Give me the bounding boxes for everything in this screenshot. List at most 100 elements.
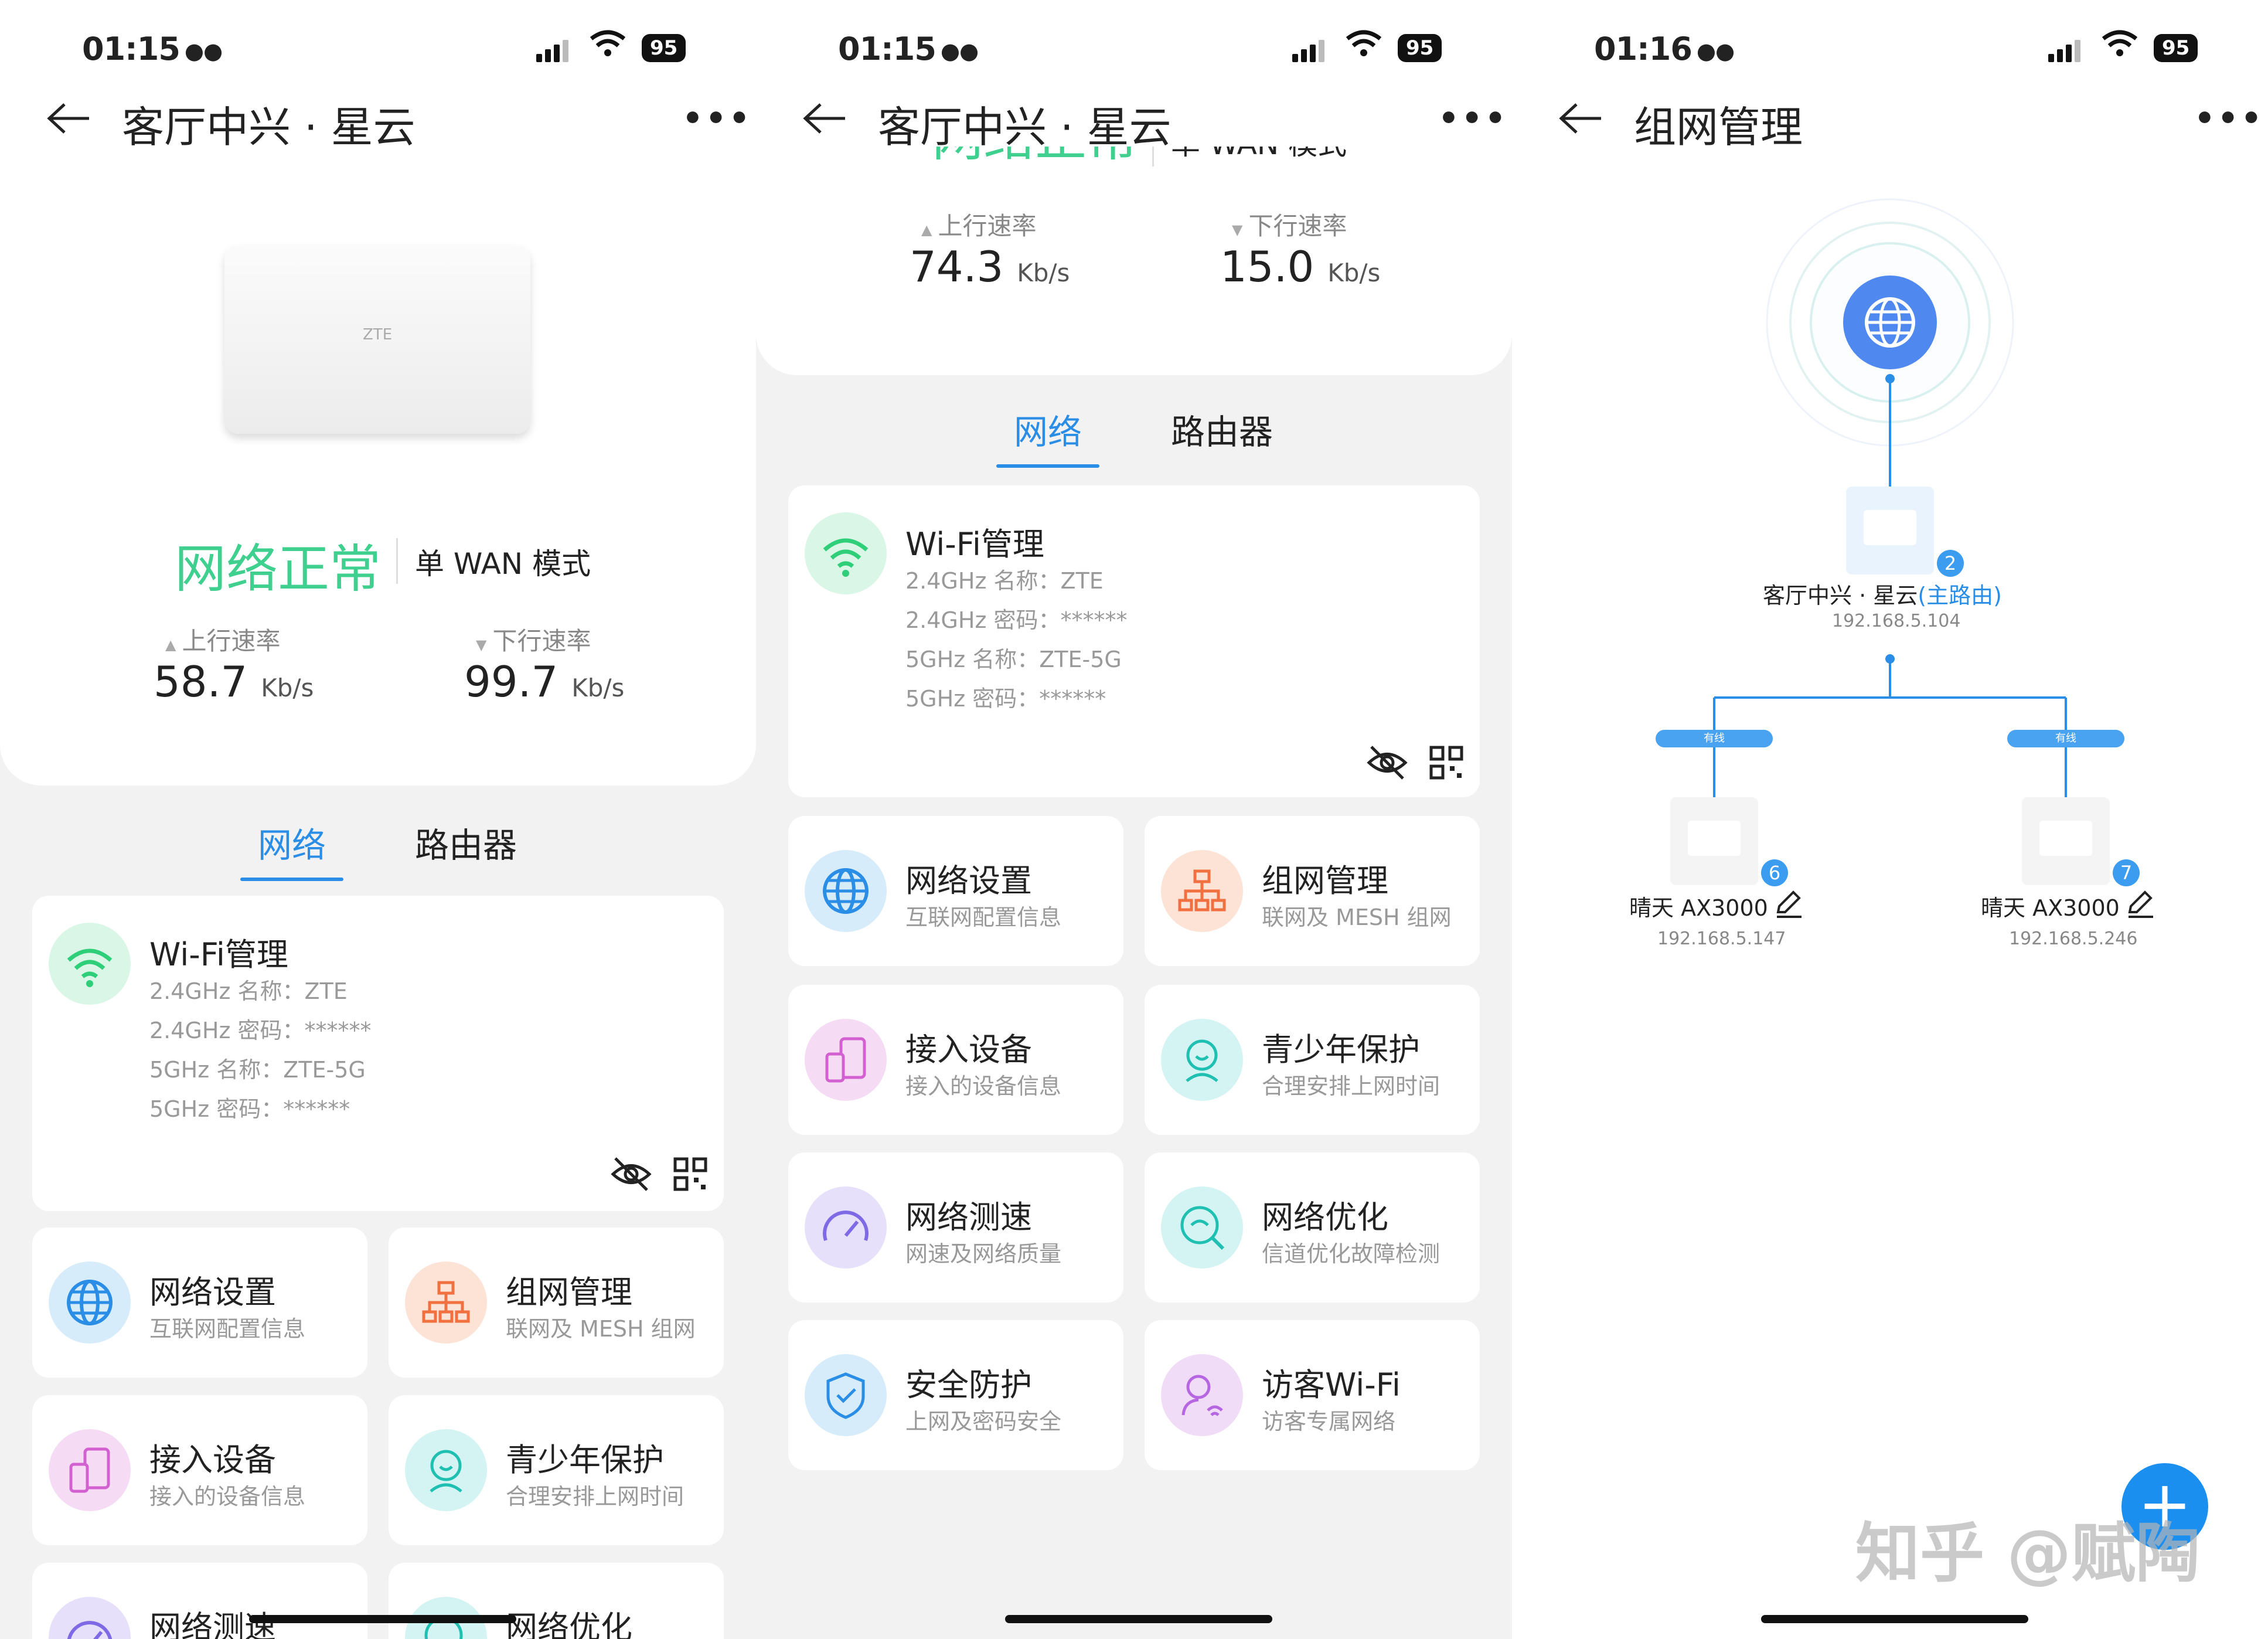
tile-guest-wifi[interactable]: 访客Wi-Fi 访客专属网络: [1145, 1320, 1480, 1470]
watermark: 知乎 @赋陶: [1855, 1516, 2201, 1591]
wifi-line: 2.4GHz 密码：******: [905, 607, 1128, 633]
home-indicator[interactable]: [1005, 1615, 1272, 1623]
wifi-status-icon: [1346, 30, 1382, 56]
tile-title: 青少年保护: [1262, 1031, 1420, 1068]
tile-subtitle: 网速及网络质量: [905, 1241, 1062, 1267]
tile-subtitle: 合理安排上网时间: [506, 1484, 685, 1509]
mesh-topology-icon: [405, 1261, 487, 1344]
tab-network[interactable]: 网络: [996, 404, 1100, 468]
wifi-line: 5GHz 密码：******: [149, 1096, 350, 1122]
tile-subtitle: 联网及 MESH 组网: [506, 1316, 696, 1342]
more-icon[interactable]: •••: [2194, 100, 2264, 138]
tile-title: 接入设备: [149, 1441, 276, 1478]
wifi-management-card[interactable]: Wi-Fi管理 2.4GHz 名称：ZTE 2.4GHz 密码：****** 5…: [32, 896, 724, 1211]
tile-subtitle: 接入的设备信息: [905, 1073, 1062, 1099]
shield-icon: [805, 1354, 887, 1436]
tile-mesh-management[interactable]: 组网管理 联网及 MESH 组网: [389, 1227, 724, 1378]
wifi-icon: [67, 948, 113, 987]
tile-mesh-management[interactable]: 组网管理 联网及 MESH 组网: [1145, 816, 1480, 966]
tile-connected-devices[interactable]: 接入设备 接入的设备信息: [32, 1395, 367, 1545]
wan-mode-text: 单 WAN 模式: [415, 547, 591, 581]
screen-mesh-management: 01:16 ●● 95 组网管理 ••• 2 客厅中兴 · 星云(主路由) 192…: [1512, 0, 2268, 1639]
more-icon[interactable]: •••: [1438, 100, 1508, 138]
tile-title: 网络优化: [506, 1609, 632, 1639]
cellular-icon: [536, 40, 571, 62]
speedometer-icon: [49, 1597, 131, 1639]
home-indicator[interactable]: [249, 1615, 516, 1623]
tile-youth-protection[interactable]: 青少年保护 合理安排上网时间: [389, 1395, 724, 1545]
status-bar: 01:16 ●● 95: [1512, 23, 2268, 76]
tile-subtitle: 信道优化故障检测: [1262, 1241, 1441, 1267]
divider: [396, 538, 398, 584]
status-bar: 01:15 ●● 95: [0, 23, 756, 76]
wifi-details: 2.4GHz 名称：ZTE 2.4GHz 密码：****** 5GHz 名称：Z…: [905, 563, 1127, 720]
tile-network-settings[interactable]: 网络设置 互联网配置信息: [788, 816, 1123, 966]
tile-subtitle: 上网及密码安全: [905, 1409, 1062, 1434]
upload-speed: ▲ 上行速率 74.3 Kb/s: [910, 212, 1070, 291]
globe-icon: [805, 850, 887, 932]
tile-security[interactable]: 安全防护 上网及密码安全: [788, 1320, 1123, 1470]
tile-title: 青少年保护: [506, 1441, 664, 1478]
battery-indicator: 95: [2154, 34, 2198, 62]
tile-network-optimization[interactable]: 网络优化: [389, 1563, 724, 1639]
youth-protection-icon: [1161, 1019, 1243, 1101]
tile-speed-test[interactable]: 网络测速 网速及网络质量: [788, 1152, 1123, 1303]
wired-link-label: 有线: [2007, 730, 2124, 747]
qr-code-icon[interactable]: [1429, 746, 1463, 780]
tile-network-settings[interactable]: 网络设置 互联网配置信息: [32, 1227, 367, 1378]
tile-youth-protection[interactable]: 青少年保护 合理安排上网时间: [1145, 985, 1480, 1135]
wifi-icon-circle: [805, 512, 887, 594]
tile-title: 接入设备: [905, 1031, 1032, 1068]
more-icon[interactable]: •••: [682, 100, 752, 138]
tab-bar: 网络 路由器: [756, 404, 1512, 469]
main-router-label: 客厅中兴 · 星云(主路由): [1763, 583, 2002, 608]
tile-subtitle: 访客专属网络: [1262, 1409, 1396, 1434]
home-indicator[interactable]: [1761, 1615, 2028, 1623]
wifi-details: 2.4GHz 名称：ZTE 2.4GHz 密码：****** 5GHz 名称：Z…: [149, 973, 371, 1130]
page-title: 客厅中兴 · 星云: [122, 103, 416, 152]
node-router-thumbnail[interactable]: [2022, 797, 2110, 885]
status-time: 01:15 ●●: [838, 30, 979, 67]
tab-network[interactable]: 网络: [240, 818, 344, 881]
wifi-card-title: Wi-Fi管理: [149, 936, 288, 973]
tab-router[interactable]: 路由器: [415, 818, 517, 867]
node-label: 晴天 AX3000: [1629, 895, 1768, 921]
tile-connected-devices[interactable]: 接入设备 接入的设备信息: [788, 985, 1123, 1135]
qr-code-icon[interactable]: [673, 1157, 707, 1191]
main-router-device-count: 2: [1937, 550, 1964, 577]
router-image: ZTE: [224, 245, 530, 434]
node-ip: 192.168.5.147: [1657, 929, 1786, 949]
tab-router[interactable]: 路由器: [1171, 404, 1273, 454]
tile-title: 访客Wi-Fi: [1262, 1366, 1401, 1403]
back-arrow-icon[interactable]: [801, 101, 847, 136]
edit-icon[interactable]: [1772, 887, 1805, 920]
devices-icon: [49, 1429, 131, 1511]
tile-subtitle: 互联网配置信息: [905, 904, 1062, 930]
tile-subtitle: 合理安排上网时间: [1262, 1073, 1441, 1099]
wifi-management-card[interactable]: Wi-Fi管理 2.4GHz 名称：ZTE 2.4GHz 密码：****** 5…: [788, 485, 1480, 797]
edit-icon[interactable]: [2124, 887, 2157, 920]
tile-subtitle: 联网及 MESH 组网: [1262, 904, 1452, 930]
hide-password-icon[interactable]: [609, 1155, 653, 1193]
tile-speed-test[interactable]: 网络测速: [32, 1563, 367, 1639]
tile-title: 组网管理: [1262, 862, 1388, 899]
tile-title: 网络测速: [905, 1199, 1032, 1236]
tile-subtitle: 互联网配置信息: [149, 1316, 306, 1342]
devices-icon: [805, 1019, 887, 1101]
tile-title: 组网管理: [506, 1274, 632, 1311]
guest-user-icon: [1161, 1354, 1243, 1436]
tile-network-optimization[interactable]: 网络优化 信道优化故障检测: [1145, 1152, 1480, 1303]
network-status-text: 网络正常: [175, 539, 382, 599]
main-router-thumbnail[interactable]: [1846, 487, 1934, 574]
globe-icon: [49, 1261, 131, 1344]
node-router-thumbnail[interactable]: [1670, 797, 1758, 885]
wifi-line: 5GHz 名称：ZTE-5G: [905, 647, 1122, 672]
wifi-status-icon: [590, 30, 626, 56]
hide-password-icon[interactable]: [1365, 743, 1409, 782]
tile-title: 安全防护: [905, 1366, 1032, 1403]
speedometer-icon: [805, 1186, 887, 1269]
back-arrow-icon[interactable]: [45, 101, 91, 136]
node-device-count: 7: [2113, 859, 2140, 886]
wifi-line: 2.4GHz 密码：******: [149, 1018, 372, 1043]
back-arrow-icon[interactable]: [1557, 101, 1603, 136]
